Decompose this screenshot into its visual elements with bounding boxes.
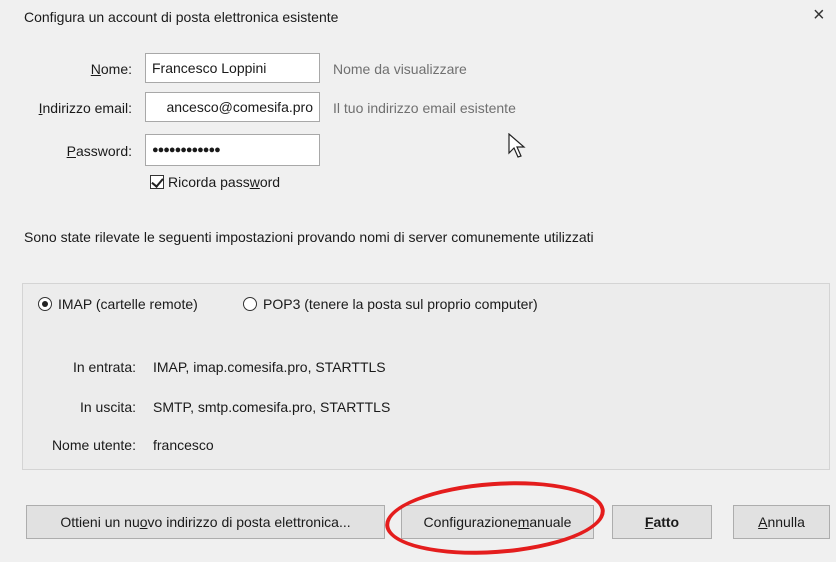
imap-label: IMAP (cartelle remote) xyxy=(58,296,198,312)
remember-password-checkbox[interactable] xyxy=(150,175,164,189)
done-button[interactable]: Fatto xyxy=(612,505,712,539)
manual-config-button[interactable]: Configurazione m anuale xyxy=(401,505,594,539)
name-hint: Nome da visualizzare xyxy=(333,61,467,77)
mouse-cursor-icon xyxy=(508,133,526,158)
outgoing-label: In uscita: xyxy=(79,399,136,415)
outgoing-value: SMTP, smtp.comesifa.pro, STARTTLS xyxy=(153,399,391,415)
imap-option[interactable]: IMAP (cartelle remote) xyxy=(38,296,198,312)
username-label: Nome utente: xyxy=(51,437,136,453)
pop3-label: POP3 (tenere la posta sul proprio comput… xyxy=(263,296,538,312)
remember-password-row[interactable]: Ricorda password xyxy=(150,174,280,190)
name-label: Nome: xyxy=(90,61,132,77)
remember-password-label: Ricorda password xyxy=(168,174,281,190)
new-address-button[interactable]: Ottieni un nu o vo indirizzo di posta elet… xyxy=(26,505,385,539)
close-icon[interactable]: × xyxy=(813,5,825,25)
incoming-label: In entrata: xyxy=(72,359,136,375)
pop3-radio[interactable] xyxy=(243,297,257,311)
email-input[interactable]: ancesco@comesifa.pro xyxy=(145,92,320,122)
username-value: francesco xyxy=(153,437,214,453)
cancel-button[interactable]: Annulla xyxy=(733,505,830,539)
incoming-value: IMAP, imap.comesifa.pro, STARTTLS xyxy=(153,359,386,375)
email-hint: Il tuo indirizzo email esistente xyxy=(333,100,516,116)
password-input[interactable]: ●●●●●●●●●●●● xyxy=(145,134,320,166)
name-input[interactable]: Francesco Loppini xyxy=(145,53,320,83)
password-label: Password: xyxy=(66,143,132,159)
imap-radio[interactable] xyxy=(38,297,52,311)
pop3-option[interactable]: POP3 (tenere la posta sul proprio comput… xyxy=(243,296,538,312)
email-label: Indirizzo email: xyxy=(38,100,132,116)
window-title: Configura un account di posta elettronic… xyxy=(24,9,339,25)
detected-settings-text: Sono state rilevate le seguenti impostaz… xyxy=(24,229,594,245)
